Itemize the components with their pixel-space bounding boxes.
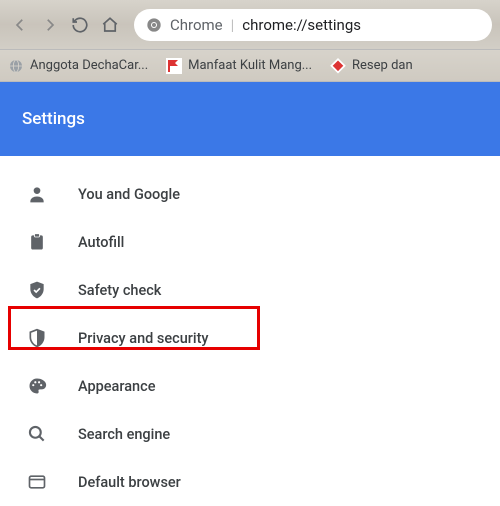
sidebar-item-label: Privacy and security: [78, 330, 209, 347]
page-title: Settings: [22, 109, 85, 129]
bookmarks-bar: Anggota DechaCar... Manfaat Kulit Mang..…: [0, 50, 500, 82]
bookmark-item[interactable]: Anggota DechaCar...: [8, 58, 148, 74]
reload-button[interactable]: [68, 13, 92, 37]
sidebar-item-label: Autofill: [78, 234, 124, 251]
diamond-icon: [330, 58, 346, 74]
browser-toolbar: Chrome | chrome://settings: [0, 0, 500, 50]
globe-icon: [8, 58, 24, 74]
bookmark-label: Anggota DechaCar...: [30, 58, 148, 73]
shield-check-icon: [26, 279, 48, 301]
omnibox-url: chrome://settings: [242, 16, 361, 34]
browser-icon: [26, 471, 48, 493]
person-icon: [26, 183, 48, 205]
settings-header: Settings: [0, 82, 500, 156]
omnibox-separator: |: [231, 16, 235, 34]
redflag-icon: [166, 58, 182, 74]
sidebar-item-label: Appearance: [78, 378, 155, 395]
palette-icon: [26, 375, 48, 397]
sidebar-item-appearance[interactable]: Appearance: [0, 362, 500, 410]
search-icon: [26, 423, 48, 445]
bookmark-item[interactable]: Manfaat Kulit Mang...: [166, 58, 312, 74]
back-button[interactable]: [8, 13, 32, 37]
sidebar-item-label: Safety check: [78, 282, 161, 299]
bookmark-label: Resep dan: [352, 58, 413, 73]
sidebar-item-safety-check[interactable]: Safety check: [0, 266, 500, 314]
sidebar-item-default-browser[interactable]: Default browser: [0, 458, 500, 506]
omnibox[interactable]: Chrome | chrome://settings: [134, 9, 492, 41]
shield-half-icon: [26, 327, 48, 349]
home-button[interactable]: [98, 13, 122, 37]
sidebar-item-search-engine[interactable]: Search engine: [0, 410, 500, 458]
clipboard-icon: [26, 231, 48, 253]
chrome-icon: [146, 17, 162, 33]
bookmark-item[interactable]: Resep dan: [330, 58, 413, 74]
bookmark-label: Manfaat Kulit Mang...: [188, 58, 312, 73]
settings-sidebar: You and Google Autofill Safety check Pri…: [0, 156, 500, 506]
sidebar-item-label: You and Google: [78, 186, 180, 203]
forward-button[interactable]: [38, 13, 62, 37]
sidebar-item-label: Default browser: [78, 474, 181, 491]
omnibox-site-label: Chrome: [170, 16, 223, 34]
sidebar-item-autofill[interactable]: Autofill: [0, 218, 500, 266]
sidebar-item-you-google[interactable]: You and Google: [0, 170, 500, 218]
sidebar-item-privacy-security[interactable]: Privacy and security: [0, 314, 500, 362]
sidebar-item-label: Search engine: [78, 426, 170, 443]
